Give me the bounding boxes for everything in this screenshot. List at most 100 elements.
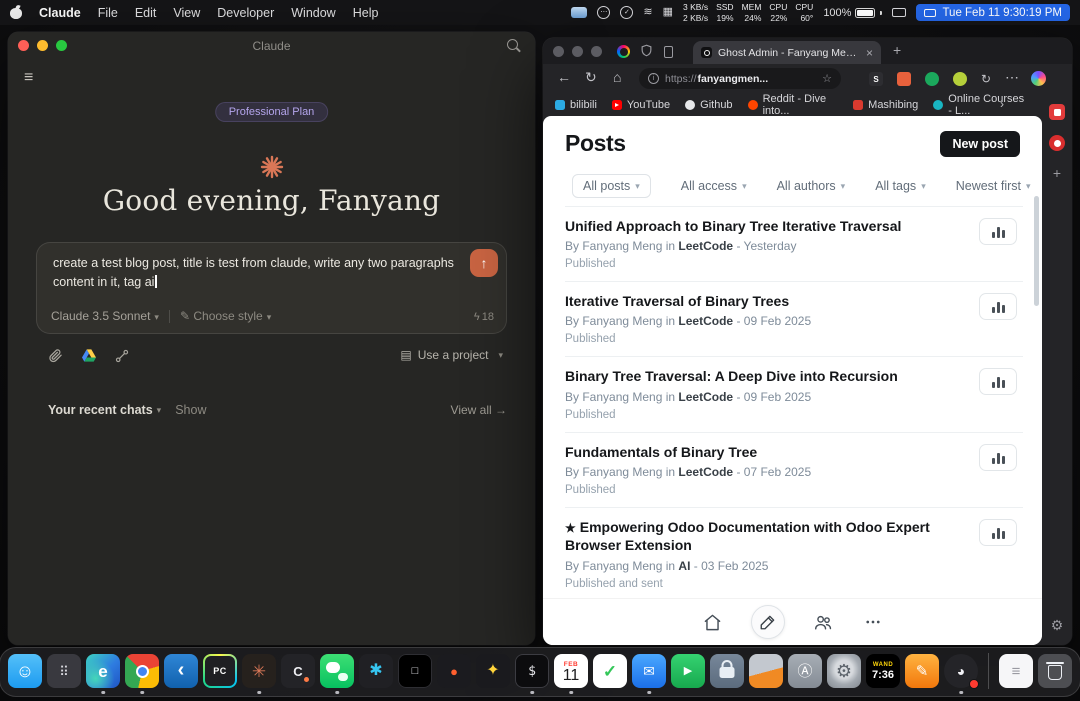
- bookmarks-overflow-icon[interactable]: ›: [1000, 97, 1004, 111]
- chrome-dock-icon[interactable]: [125, 654, 159, 688]
- wechat-dock-icon[interactable]: [320, 654, 354, 688]
- add-sidebar-app-icon[interactable]: +: [1049, 166, 1065, 182]
- sidebar-settings-gear-icon[interactable]: ⚙: [1049, 617, 1065, 633]
- tasks-app-dock-icon[interactable]: ✓: [593, 654, 627, 688]
- chat-app-dock-icon[interactable]: ◕: [944, 654, 978, 688]
- search-icon[interactable]: [507, 39, 521, 53]
- send-button[interactable]: ↑: [470, 249, 498, 277]
- dashboard-home-icon[interactable]: [701, 610, 725, 634]
- extension-lime-icon[interactable]: [953, 72, 967, 86]
- notes-dock-icon[interactable]: ≡: [999, 654, 1033, 688]
- zoom-window-button[interactable]: [591, 46, 602, 57]
- posts-edit-icon[interactable]: [751, 605, 785, 639]
- menubar-app-name[interactable]: Claude: [39, 6, 81, 20]
- device-icon[interactable]: [664, 45, 673, 63]
- post-analytics-button[interactable]: [979, 218, 1017, 245]
- a-badge-app-dock-icon[interactable]: Ⓐ: [788, 654, 822, 688]
- browser-tab[interactable]: Ghost Admin - Fanyang Meng's ×: [693, 41, 881, 64]
- menu-window[interactable]: Window: [291, 6, 335, 20]
- drive-connector-icon[interactable]: [82, 349, 96, 367]
- sidebar-app-red-icon[interactable]: [1049, 104, 1065, 120]
- draw-app-dock-icon[interactable]: ✎: [905, 654, 939, 688]
- extension-green-icon[interactable]: [925, 72, 939, 86]
- more-nav-icon[interactable]: [861, 610, 885, 634]
- menu-file[interactable]: File: [98, 6, 118, 20]
- yellow-app-dock-icon[interactable]: ✦: [476, 654, 510, 688]
- vscode-dock-icon[interactable]: ‹: [164, 654, 198, 688]
- bookmark-star-icon[interactable]: ☆: [822, 72, 832, 85]
- style-selector[interactable]: ✎ Choose style▾: [180, 309, 271, 323]
- lock-app-dock-icon[interactable]: [710, 654, 744, 688]
- grid-menu-icon[interactable]: ▦: [663, 7, 673, 18]
- post-row[interactable]: Binary Tree Traversal: A Deep Dive into …: [565, 357, 1023, 432]
- launchpad-dock-icon[interactable]: ⠿: [47, 654, 81, 688]
- members-icon[interactable]: [811, 610, 835, 634]
- filter-all-authors[interactable]: All authors▾: [777, 179, 846, 193]
- mail-dock-icon[interactable]: ✉: [632, 654, 666, 688]
- bookmark-reddit[interactable]: Reddit - Dive into...: [748, 93, 839, 117]
- claude-titlebar[interactable]: Claude: [8, 32, 535, 58]
- bookmark-online-courses[interactable]: Online Courses - L...: [933, 93, 1030, 117]
- address-bar[interactable]: i https:// fanyangmen... ☆: [639, 68, 841, 89]
- shield-check-icon[interactable]: ✓: [620, 6, 633, 19]
- menu-bar-clock[interactable]: Tue Feb 11 9:30:19 PM: [916, 4, 1070, 21]
- post-row[interactable]: Unified Approach to Binary Tree Iterativ…: [565, 207, 1023, 282]
- reload-button[interactable]: ↻: [585, 70, 597, 84]
- extension-orange-icon[interactable]: [897, 72, 911, 86]
- post-analytics-button[interactable]: [979, 293, 1017, 320]
- use-project-selector[interactable]: ▤ Use a project ▾: [400, 348, 503, 362]
- apple-menu-icon[interactable]: [10, 6, 22, 19]
- bookmark-github[interactable]: Github: [685, 99, 732, 111]
- stocks-widget-dock-icon[interactable]: WAND7:36: [866, 654, 900, 688]
- browser-menu-icon[interactable]: ⋯: [1005, 70, 1019, 84]
- post-analytics-button[interactable]: [979, 519, 1017, 546]
- new-post-button[interactable]: New post: [940, 131, 1020, 157]
- filter-all-tags[interactable]: All tags▾: [875, 179, 926, 193]
- post-analytics-button[interactable]: [979, 444, 1017, 471]
- calendar-dock-icon[interactable]: FEB11: [554, 654, 588, 688]
- filter-sort-order[interactable]: Newest first▾: [956, 179, 1031, 193]
- minimize-window-button[interactable]: [572, 46, 583, 57]
- bookmark-youtube[interactable]: YouTube: [612, 99, 670, 111]
- menu-edit[interactable]: Edit: [135, 6, 157, 20]
- dark-app-dock-icon[interactable]: C: [281, 654, 315, 688]
- shield-icon[interactable]: [641, 44, 652, 62]
- edge-dock-icon[interactable]: e: [86, 654, 120, 688]
- post-row[interactable]: ★Empowering Odoo Documentation with Odoo…: [565, 508, 1023, 602]
- browser-profile-avatar[interactable]: [1031, 71, 1046, 86]
- post-row[interactable]: Fundamentals of Binary Tree By Fanyang M…: [565, 433, 1023, 508]
- recent-chats-label[interactable]: Your recent chats: [48, 403, 153, 417]
- scrollbar-thumb[interactable]: [1034, 196, 1039, 306]
- attach-file-icon[interactable]: [48, 348, 63, 368]
- close-window-button[interactable]: [553, 46, 564, 57]
- menu-developer[interactable]: Developer: [217, 6, 274, 20]
- pycharm-dock-icon[interactable]: PC: [203, 654, 237, 688]
- back-button[interactable]: ←: [557, 70, 571, 84]
- bookmark-mashibing[interactable]: Mashibing: [853, 99, 918, 111]
- sync-icon[interactable]: ↻: [979, 72, 993, 86]
- connect-apps-icon[interactable]: [115, 349, 129, 368]
- new-tab-button[interactable]: +: [893, 42, 901, 58]
- profile-avatar-icon[interactable]: [617, 45, 630, 63]
- message-composer[interactable]: create a test blog post, title is test f…: [36, 242, 507, 334]
- more-menu-icon[interactable]: ⋯: [597, 6, 610, 19]
- trash-dock-icon[interactable]: [1038, 654, 1072, 688]
- terminal-dock-icon[interactable]: $: [515, 654, 549, 688]
- input-source-icon[interactable]: [892, 8, 906, 17]
- system-settings-dock-icon[interactable]: ⚙: [827, 654, 861, 688]
- sidebar-menu-icon[interactable]: ≡: [24, 70, 33, 86]
- post-row[interactable]: Iterative Traversal of Binary Trees By F…: [565, 282, 1023, 357]
- message-input[interactable]: create a test blog post, title is test f…: [53, 254, 483, 292]
- filter-all-access[interactable]: All access▾: [681, 179, 747, 193]
- home-button[interactable]: ⌂: [613, 70, 621, 84]
- show-toggle[interactable]: Show: [175, 403, 206, 417]
- view-all-link[interactable]: View all →: [451, 403, 507, 417]
- finder-dock-icon[interactable]: ☺: [8, 654, 42, 688]
- system-stats[interactable]: 3 KB/s2 KB/s SSD19% MEM24% CPU22% CPU60°: [683, 2, 813, 22]
- site-info-icon[interactable]: i: [648, 73, 659, 84]
- tab-strip[interactable]: Ghost Admin - Fanyang Meng's × +: [543, 38, 1072, 64]
- model-selector[interactable]: Claude 3.5 Sonnet▾: [51, 309, 159, 323]
- bookmark-bilibili[interactable]: bilibili: [555, 99, 597, 111]
- colorful-app-dock-icon[interactable]: ✱: [359, 654, 393, 688]
- media-player-dock-icon[interactable]: ▶: [671, 654, 705, 688]
